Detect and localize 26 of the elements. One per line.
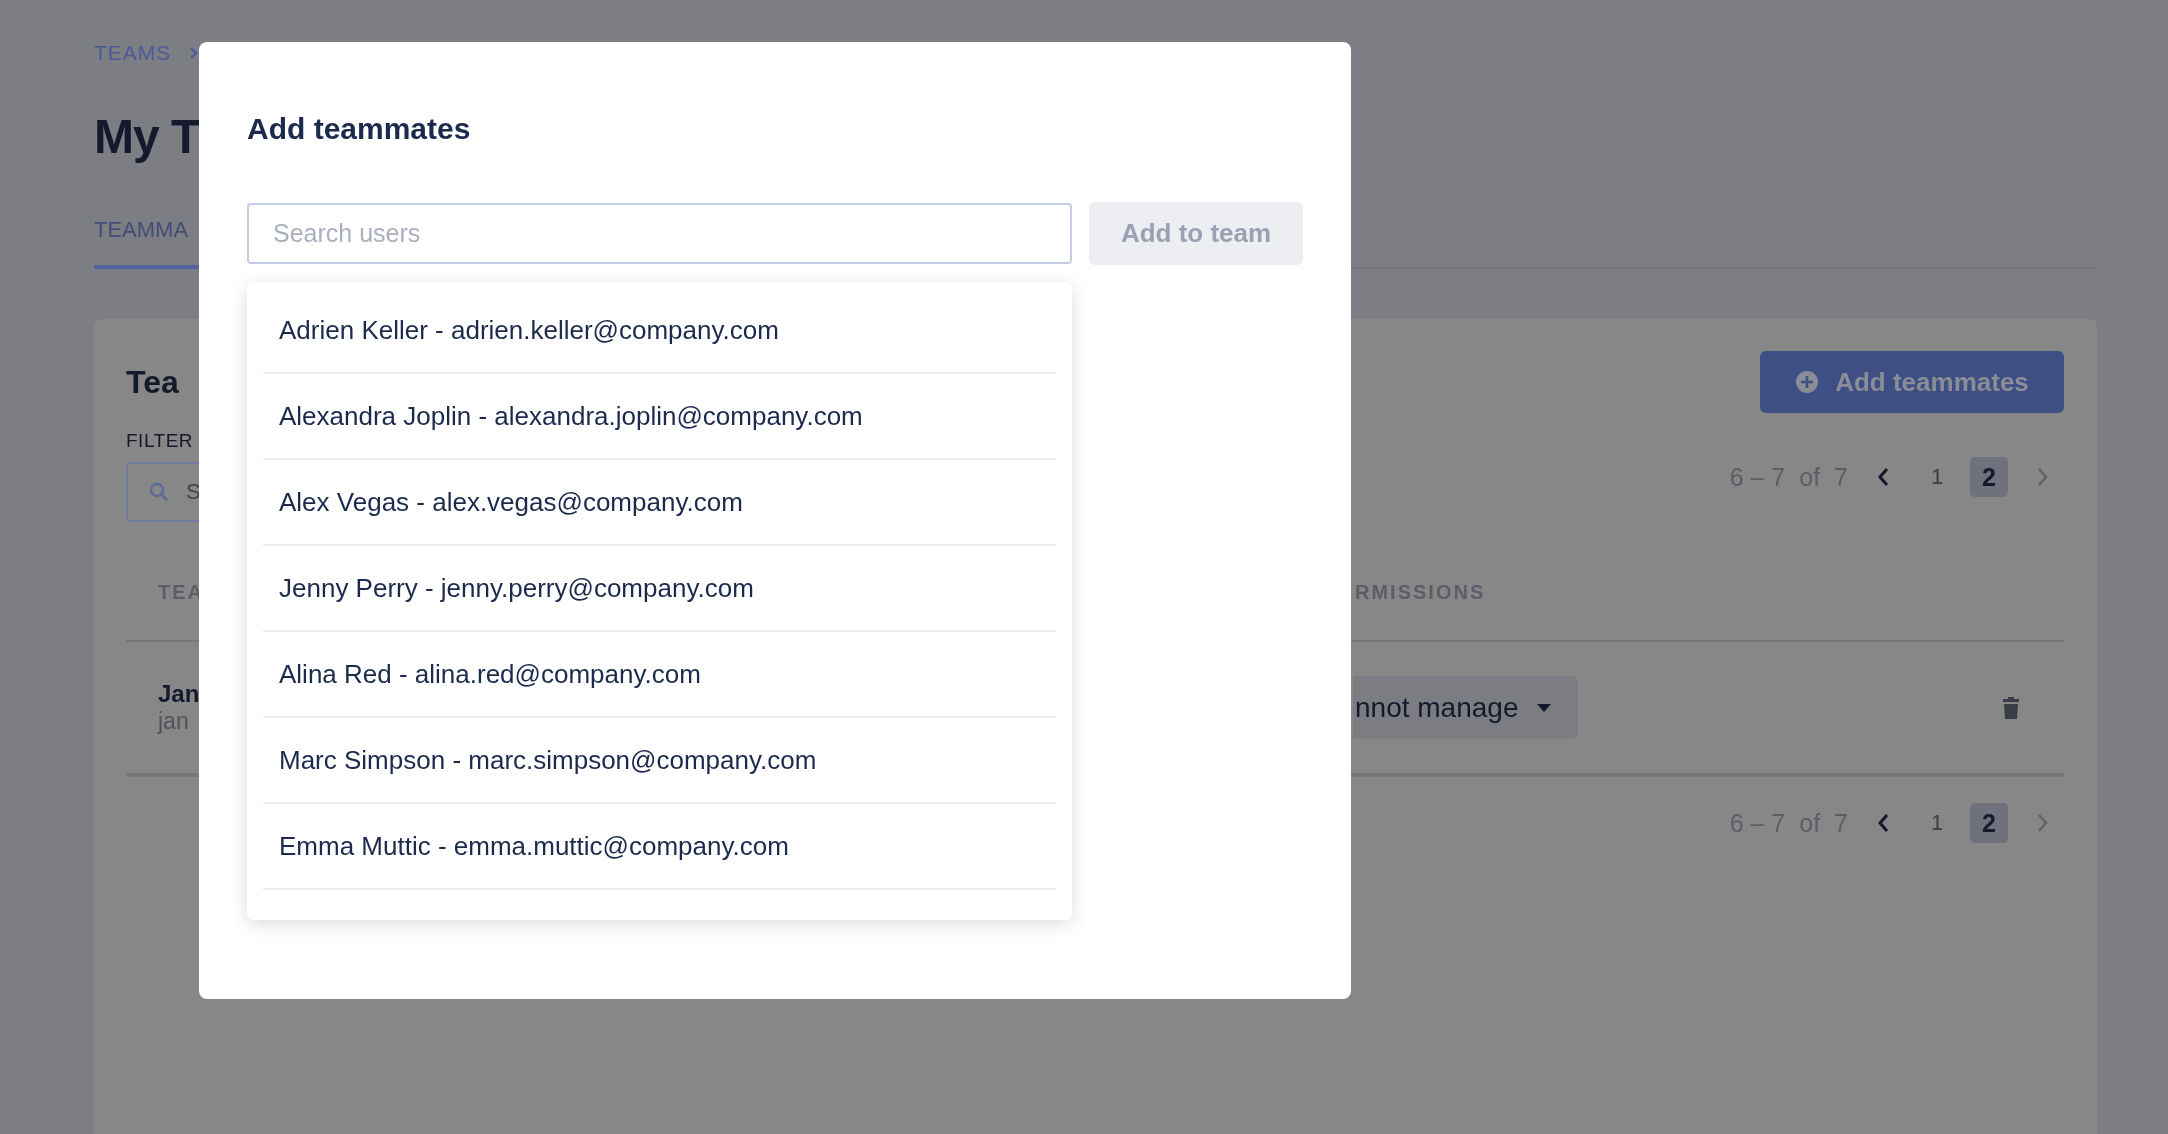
suggestion-item[interactable]: Alex Vegas - alex.vegas@company.com [263, 460, 1056, 546]
page-title: My T [94, 109, 200, 165]
permission-dropdown[interactable]: nnot manage [1353, 676, 1578, 739]
chevron-right-icon [189, 46, 200, 60]
search-field[interactable]: Search users [247, 203, 1072, 264]
suggestion-item[interactable]: Jenny Perry - jenny.perry@company.com [263, 546, 1056, 632]
modal-title: Add teammates [247, 112, 472, 146]
plus-circle-icon [1795, 370, 1820, 394]
filter-label: FILTER [126, 429, 194, 453]
search-icon [148, 481, 170, 503]
card-title: Tea [126, 363, 179, 402]
page-button[interactable]: 2 [1970, 457, 2008, 497]
teammate-name: Jan [158, 680, 200, 708]
suggestion-item[interactable]: Emma Muttic - emma.muttic@company.com [263, 804, 1056, 890]
chevron-left-icon[interactable] [1876, 466, 1890, 488]
add-teammates-button[interactable]: Add teammates [1760, 351, 2064, 413]
trash-icon[interactable] [2002, 695, 2020, 720]
page-button[interactable]: 2 [1970, 803, 2008, 843]
page-button[interactable]: 1 [1918, 457, 1956, 497]
caret-icon [1536, 702, 1552, 713]
suggestion-item[interactable]: Alina Red - alina.red@company.com [263, 632, 1056, 718]
suggestion-item[interactable]: Alexandra Joplin - alexandra.joplin@company.com [263, 374, 1056, 460]
suggestion-item[interactable]: Adrien Keller - adrien.keller@company.com [263, 288, 1056, 374]
page-button[interactable]: 1 [1918, 803, 1956, 843]
chevron-left-icon[interactable] [1876, 812, 1890, 834]
suggestion-item[interactable]: Marc Simpson - marc.simpson@company.com [263, 718, 1056, 804]
